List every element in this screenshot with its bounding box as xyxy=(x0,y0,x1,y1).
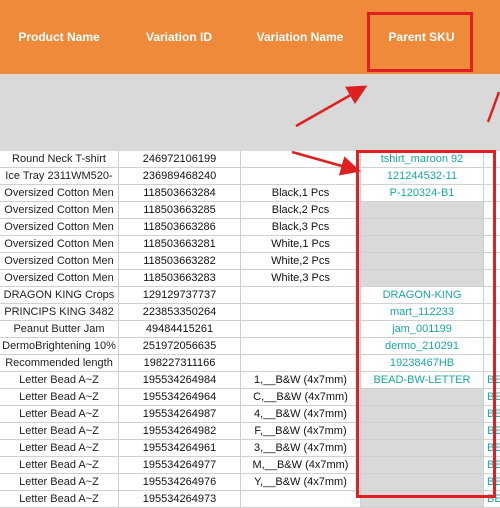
variation-id-cell[interactable]: 118503663284 xyxy=(118,185,240,201)
variation-id-cell[interactable]: 195534264977 xyxy=(118,457,240,473)
product-name-cell[interactable]: Oversized Cotton Men xyxy=(0,253,118,269)
variation-id-cell[interactable]: 118503663282 xyxy=(118,253,240,269)
product-name-cell[interactable]: Oversized Cotton Men xyxy=(0,185,118,201)
product-name-cell[interactable]: Oversized Cotton Men xyxy=(0,270,118,286)
header-highlight-box xyxy=(367,12,473,72)
variation-name-cell[interactable]: White,3 Pcs xyxy=(240,270,360,286)
product-name-cell[interactable]: DermoBrightening 10% xyxy=(0,338,118,354)
variation-id-cell[interactable]: 195534264964 xyxy=(118,389,240,405)
variation-name-cell[interactable]: Black,2 Pcs xyxy=(240,202,360,218)
variation-id-cell[interactable]: 195534264976 xyxy=(118,474,240,490)
variation-name-cell[interactable]: Black,1 Pcs xyxy=(240,185,360,201)
variation-id-cell[interactable]: 236989468240 xyxy=(118,168,240,184)
variation-name-cell[interactable] xyxy=(240,151,360,167)
product-name-cell[interactable]: Letter Bead A~Z xyxy=(0,457,118,473)
product-name-cell[interactable]: DRAGON KING Crops xyxy=(0,287,118,303)
variation-id-cell[interactable]: 118503663285 xyxy=(118,202,240,218)
product-name-cell[interactable]: Letter Bead A~Z xyxy=(0,491,118,507)
variation-id-cell[interactable]: 118503663281 xyxy=(118,236,240,252)
variation-id-cell[interactable]: 129129737737 xyxy=(118,287,240,303)
variation-name-cell[interactable] xyxy=(240,168,360,184)
variation-id-cell[interactable]: 246972106199 xyxy=(118,151,240,167)
product-name-cell[interactable]: Letter Bead A~Z xyxy=(0,423,118,439)
product-name-cell[interactable]: Letter Bead A~Z xyxy=(0,406,118,422)
variation-name-cell[interactable] xyxy=(240,338,360,354)
product-name-cell[interactable]: Oversized Cotton Men xyxy=(0,202,118,218)
variation-name-cell[interactable] xyxy=(240,287,360,303)
variation-name-cell[interactable]: White,1 Pcs xyxy=(240,236,360,252)
variation-name-cell[interactable]: 4,__B&W (4x7mm) xyxy=(240,406,360,422)
variation-name-cell[interactable]: Black,3 Pcs xyxy=(240,219,360,235)
product-name-cell[interactable]: Letter Bead A~Z xyxy=(0,389,118,405)
variation-name-cell[interactable] xyxy=(240,355,360,371)
variation-name-cell[interactable] xyxy=(240,321,360,337)
variation-name-cell[interactable]: 1,__B&W (4x7mm) xyxy=(240,372,360,388)
column-header-variation-id[interactable]: Variation ID xyxy=(118,0,240,74)
variation-id-cell[interactable]: 49484415261 xyxy=(118,321,240,337)
variation-id-cell[interactable]: 223853350264 xyxy=(118,304,240,320)
product-name-cell[interactable]: Recommended length xyxy=(0,355,118,371)
variation-name-cell[interactable]: Y,__B&W (4x7mm) xyxy=(240,474,360,490)
blank-gray-band xyxy=(0,74,500,151)
sku-column-highlight-box xyxy=(356,150,496,498)
variation-id-cell[interactable]: 118503663286 xyxy=(118,219,240,235)
variation-name-cell[interactable]: 3,__B&W (4x7mm) xyxy=(240,440,360,456)
variation-id-cell[interactable]: 195534264961 xyxy=(118,440,240,456)
variation-id-cell[interactable]: 118503663283 xyxy=(118,270,240,286)
product-name-cell[interactable]: Peanut Butter Jam xyxy=(0,321,118,337)
variation-id-cell[interactable]: 251972056635 xyxy=(118,338,240,354)
variation-name-cell[interactable]: F,__B&W (4x7mm) xyxy=(240,423,360,439)
variation-id-cell[interactable]: 195534264973 xyxy=(118,491,240,507)
variation-id-cell[interactable]: 195534264984 xyxy=(118,372,240,388)
product-name-cell[interactable]: Oversized Cotton Men xyxy=(0,236,118,252)
product-name-cell[interactable]: Letter Bead A~Z xyxy=(0,440,118,456)
column-header-product-name[interactable]: Product Name xyxy=(0,0,118,74)
product-name-cell[interactable]: Letter Bead A~Z xyxy=(0,372,118,388)
variation-name-cell[interactable]: White,2 Pcs xyxy=(240,253,360,269)
variation-id-cell[interactable]: 198227311166 xyxy=(118,355,240,371)
variation-name-cell[interactable]: C,__B&W (4x7mm) xyxy=(240,389,360,405)
variation-name-cell[interactable]: M,__B&W (4x7mm) xyxy=(240,457,360,473)
product-name-cell[interactable]: Ice Tray 2311WM520- xyxy=(0,168,118,184)
variation-name-cell[interactable] xyxy=(240,491,360,507)
product-name-cell[interactable]: Round Neck T-shirt xyxy=(0,151,118,167)
variation-id-cell[interactable]: 195534264982 xyxy=(118,423,240,439)
variation-name-cell[interactable] xyxy=(240,304,360,320)
variation-id-cell[interactable]: 195534264987 xyxy=(118,406,240,422)
product-name-cell[interactable]: PRINCIPS KING 3482 xyxy=(0,304,118,320)
column-header-variation-name[interactable]: Variation Name xyxy=(240,0,360,74)
product-name-cell[interactable]: Letter Bead A~Z xyxy=(0,474,118,490)
product-name-cell[interactable]: Oversized Cotton Men xyxy=(0,219,118,235)
